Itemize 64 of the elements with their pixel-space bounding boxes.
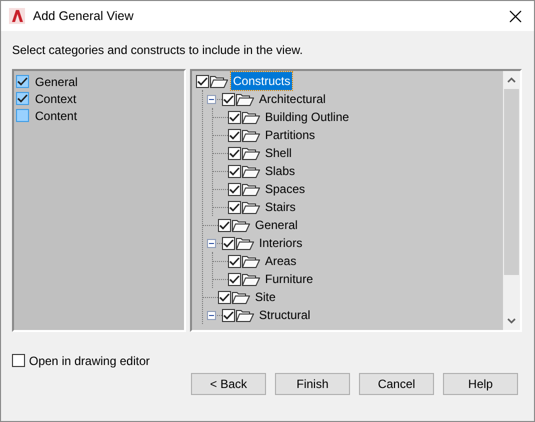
checkbox[interactable] xyxy=(222,92,235,106)
tree-item[interactable]: Site xyxy=(253,288,278,306)
folder-icon xyxy=(236,92,254,106)
checkbox[interactable] xyxy=(228,110,241,124)
folder-icon xyxy=(242,272,260,286)
collapse-icon[interactable] xyxy=(207,238,216,248)
dialog-button[interactable]: Help xyxy=(443,373,518,395)
checkbox[interactable] xyxy=(12,354,25,367)
checkbox[interactable] xyxy=(228,200,241,214)
folder-icon xyxy=(242,110,260,124)
tree-item[interactable]: Constructs xyxy=(231,72,292,90)
folder-icon xyxy=(236,236,254,250)
checkbox[interactable] xyxy=(228,128,241,142)
checkbox[interactable] xyxy=(218,218,231,232)
checkbox[interactable] xyxy=(218,290,231,304)
tree-item[interactable]: Architectural xyxy=(257,90,328,108)
folder-icon xyxy=(242,164,260,178)
collapse-icon[interactable] xyxy=(207,94,216,104)
category-label[interactable]: General xyxy=(35,72,78,90)
dialog-button[interactable]: Finish xyxy=(275,373,350,395)
tree-item[interactable]: Structural xyxy=(257,306,312,324)
tree-item[interactable]: Shell xyxy=(263,144,294,162)
instruction-text: Select categories and constructs to include in the view. xyxy=(12,43,303,57)
scroll-thumb[interactable] xyxy=(504,89,519,275)
tree-item[interactable]: Building Outline xyxy=(263,108,352,126)
folder-icon xyxy=(242,182,260,196)
scroll-down-icon[interactable] xyxy=(507,318,516,324)
tree-item[interactable]: Stairs xyxy=(263,198,298,216)
folder-icon xyxy=(210,74,228,88)
checkbox[interactable] xyxy=(16,75,29,88)
tree-item[interactable]: Interiors xyxy=(257,234,304,252)
checkbox[interactable] xyxy=(228,164,241,178)
dialog-button[interactable]: < Back xyxy=(191,373,266,395)
app-logo-icon xyxy=(9,8,25,24)
tree-item[interactable]: General xyxy=(253,216,300,234)
folder-icon xyxy=(236,308,254,322)
checkbox[interactable] xyxy=(222,308,235,322)
folder-icon xyxy=(242,254,260,268)
tree-item[interactable]: Furniture xyxy=(263,270,316,288)
folder-icon xyxy=(242,200,260,214)
category-label[interactable]: Context xyxy=(35,90,76,108)
checkbox[interactable] xyxy=(196,74,209,88)
tree-item[interactable]: Partitions xyxy=(263,126,318,144)
checkbox[interactable] xyxy=(16,92,29,105)
folder-icon xyxy=(232,290,250,304)
checkbox[interactable] xyxy=(228,146,241,160)
tree-item[interactable]: Spaces xyxy=(263,180,308,198)
folder-icon xyxy=(232,218,250,232)
category-label[interactable]: Content xyxy=(35,106,78,124)
scroll-up-icon[interactable] xyxy=(507,77,516,83)
tree-item[interactable]: Slabs xyxy=(263,162,298,180)
tree-item[interactable]: Areas xyxy=(263,252,298,270)
checkbox[interactable] xyxy=(228,182,241,196)
dialog-button[interactable]: Cancel xyxy=(359,373,434,395)
scrollbar[interactable] xyxy=(503,71,520,330)
checkbox-label[interactable]: Open in drawing editor xyxy=(29,352,150,370)
collapse-icon[interactable] xyxy=(207,310,216,320)
checkbox[interactable] xyxy=(16,109,29,122)
window-title: Add General View xyxy=(33,8,134,25)
folder-icon xyxy=(242,128,260,142)
checkbox[interactable] xyxy=(228,254,241,268)
folder-icon xyxy=(242,146,260,160)
checkbox[interactable] xyxy=(222,236,235,250)
checkbox[interactable] xyxy=(228,272,241,286)
